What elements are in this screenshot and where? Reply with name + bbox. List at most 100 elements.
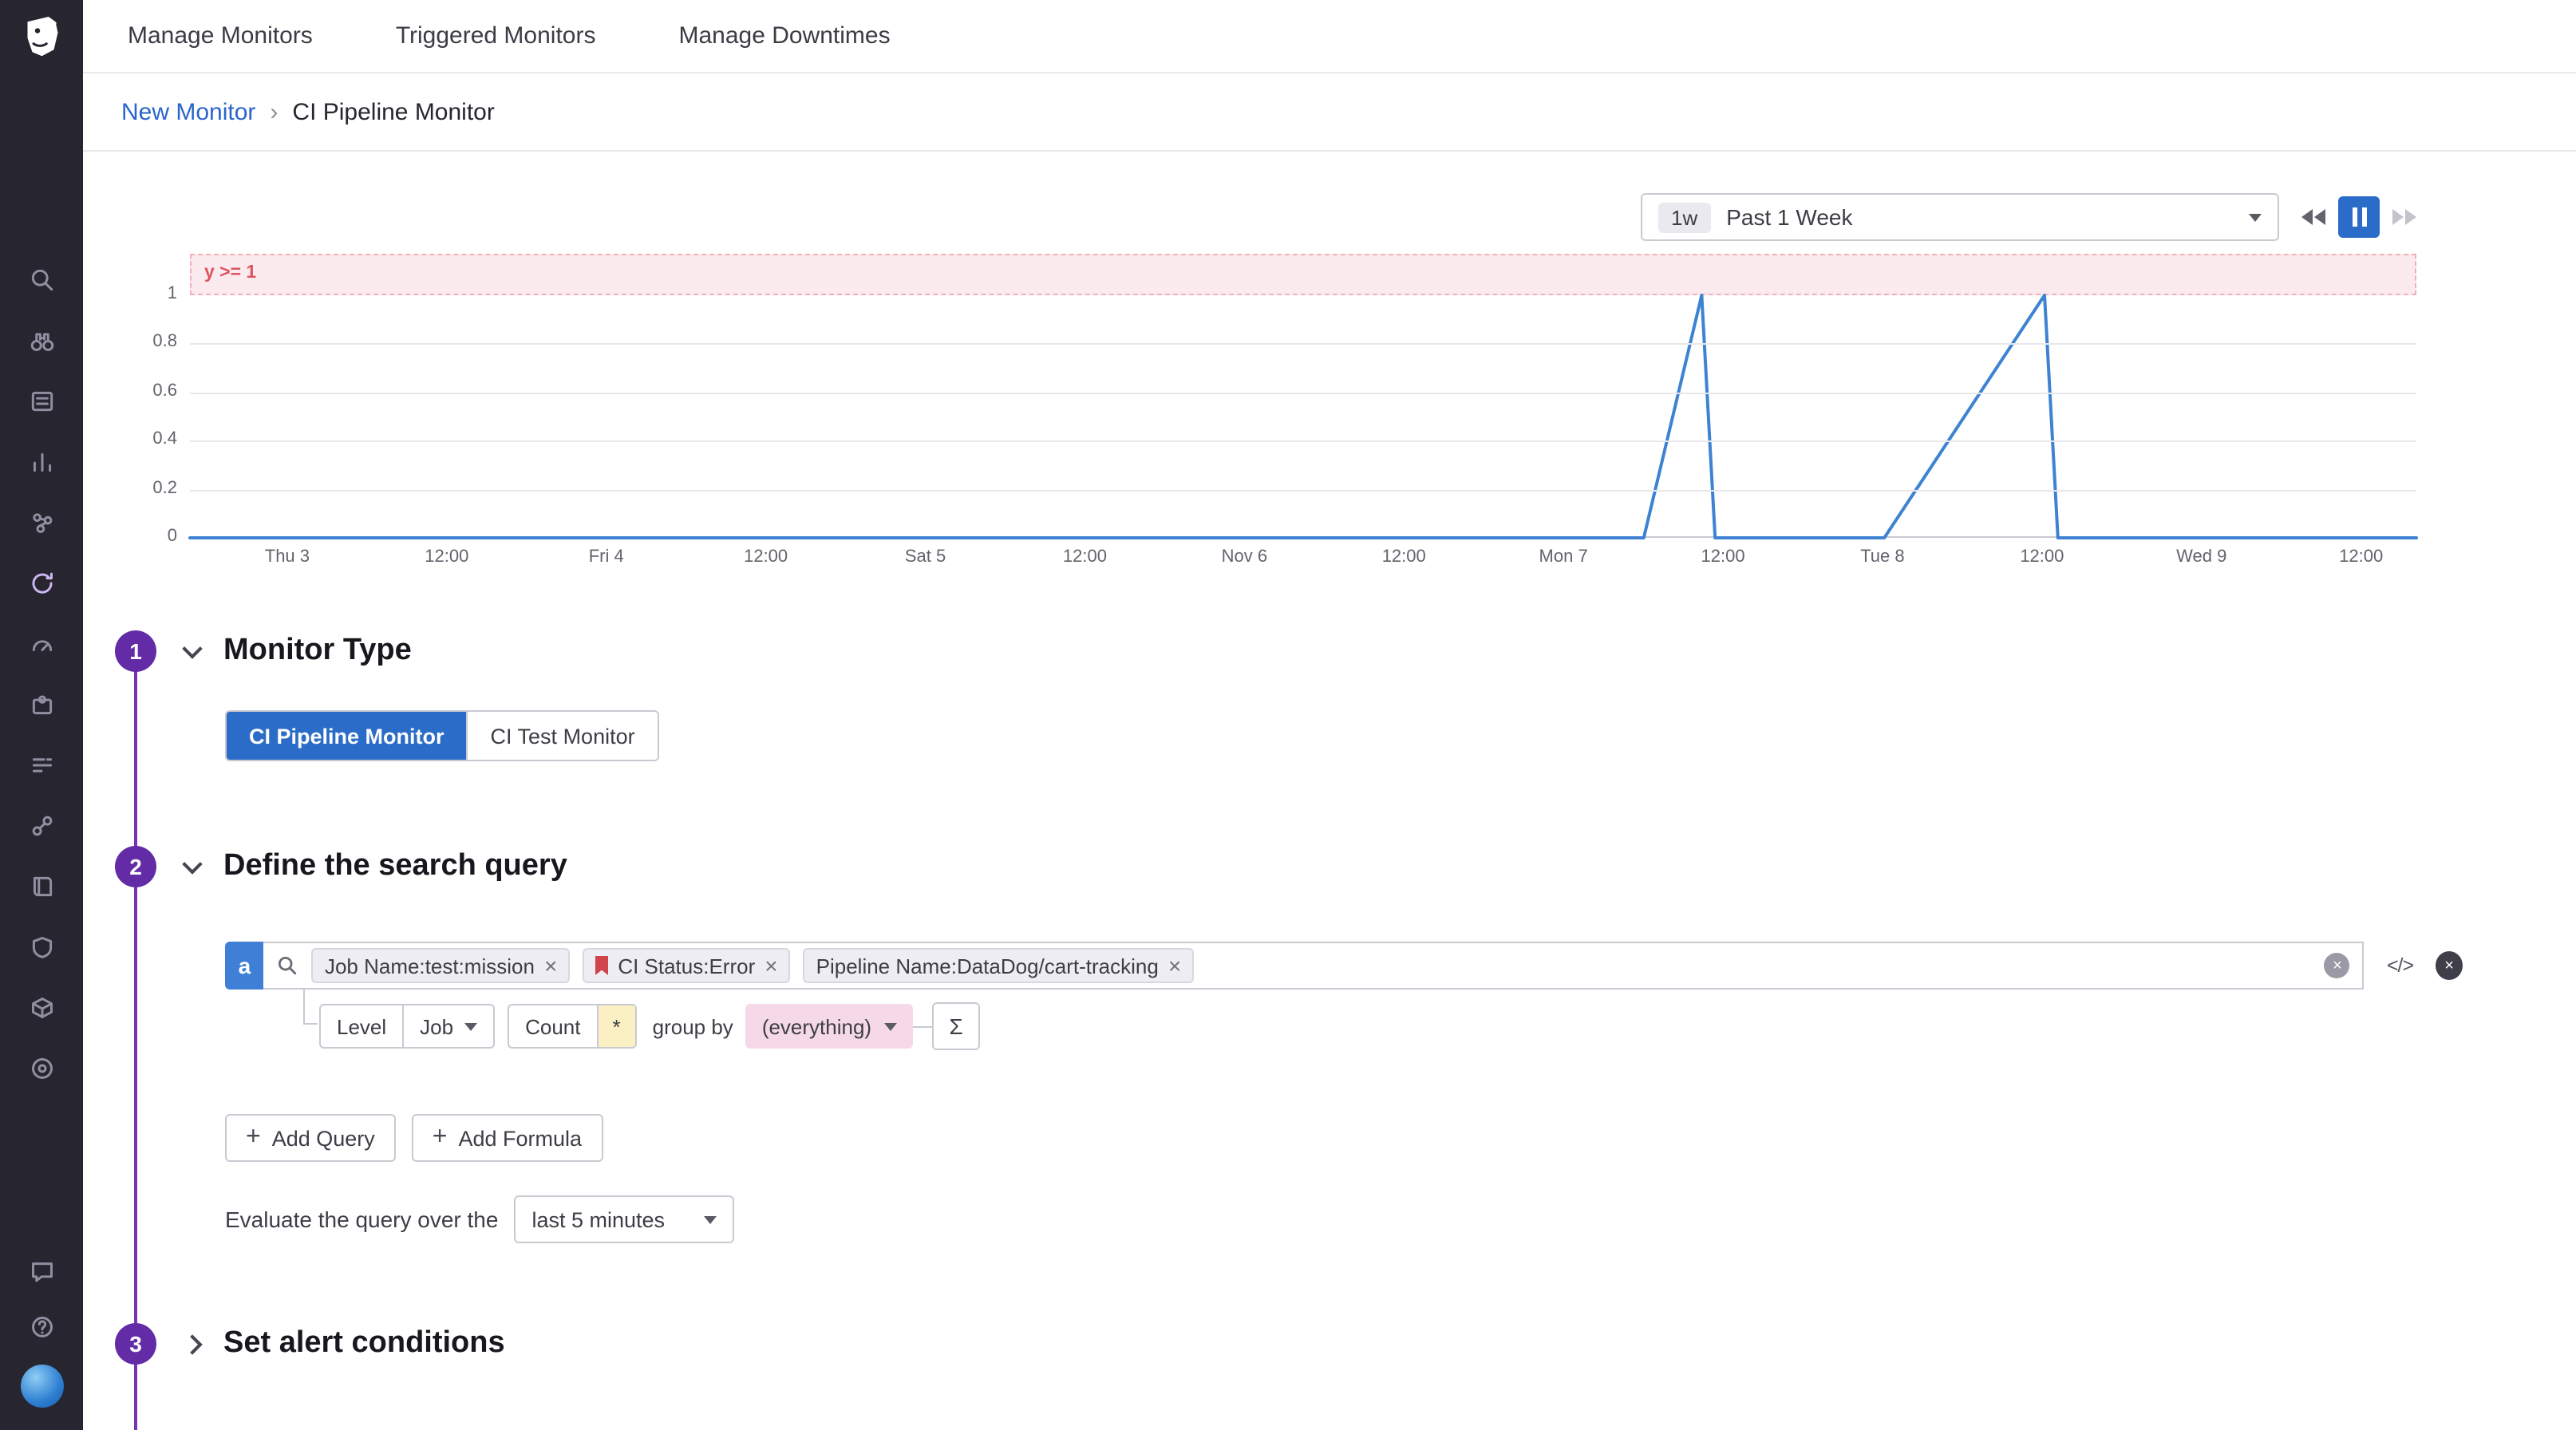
close-icon[interactable]: × bbox=[765, 954, 777, 977]
monitors-icon[interactable] bbox=[24, 626, 59, 661]
breadcrumb-current: CI Pipeline Monitor bbox=[292, 98, 494, 125]
pause-button[interactable] bbox=[2338, 196, 2380, 238]
step-1-badge: 1 bbox=[115, 630, 156, 672]
query-actions: + Add Query + Add Formula bbox=[225, 1114, 2576, 1162]
query-editor: a Job Name:test:mission × bbox=[225, 942, 2576, 1050]
gridline bbox=[190, 393, 2416, 394]
apm-icon[interactable] bbox=[24, 504, 59, 539]
help-icon[interactable] bbox=[24, 1309, 59, 1344]
query-row: a Job Name:test:mission × bbox=[225, 942, 2463, 990]
level-select[interactable]: Job bbox=[402, 1005, 493, 1047]
option-ci-pipeline-monitor[interactable]: CI Pipeline Monitor bbox=[227, 712, 467, 760]
wildcard-field[interactable]: * bbox=[597, 1005, 635, 1047]
user-avatar[interactable] bbox=[20, 1365, 63, 1408]
target-icon[interactable] bbox=[24, 1050, 59, 1085]
preview-chart: y >= 1 10.80.60.40.20 Thu 312:00Fri 412:… bbox=[190, 254, 2416, 579]
filter-chip[interactable]: Pipeline Name:DataDog/cart-tracking × bbox=[804, 948, 1195, 983]
step-alert-conditions: 3 Set alert conditions bbox=[83, 1323, 2576, 1365]
chat-icon[interactable] bbox=[24, 1253, 59, 1288]
x-axis: Thu 312:00Fri 412:00Sat 512:00Nov 612:00… bbox=[190, 544, 2416, 579]
group-by-value: (everything) bbox=[762, 1014, 871, 1038]
step-2-header: 2 Define the search query bbox=[115, 846, 2576, 887]
gridline bbox=[190, 344, 2416, 346]
tab-manage-monitors[interactable]: Manage Monitors bbox=[128, 22, 313, 49]
breadcrumb-new-monitor-link[interactable]: New Monitor bbox=[121, 98, 255, 125]
breadcrumb: New Monitor › CI Pipeline Monitor bbox=[83, 73, 2576, 152]
y-axis-label: 0.8 bbox=[120, 333, 177, 352]
query-letter-badge[interactable]: a bbox=[225, 942, 264, 990]
clear-query-icon[interactable]: × bbox=[2325, 953, 2350, 978]
x-axis-label: Nov 6 bbox=[1196, 547, 1292, 567]
ci-icon[interactable] bbox=[24, 565, 59, 600]
x-axis-label: 12:00 bbox=[1356, 547, 1452, 567]
query-connector bbox=[303, 990, 318, 1025]
logs-icon[interactable] bbox=[24, 747, 59, 782]
close-icon[interactable]: × bbox=[1168, 954, 1181, 977]
step-2-badge: 2 bbox=[115, 846, 156, 887]
service-map-icon[interactable] bbox=[24, 808, 59, 843]
x-axis-label: Thu 3 bbox=[239, 547, 335, 567]
sigma-button[interactable]: Σ bbox=[932, 1002, 980, 1050]
group-by-label: group by bbox=[653, 1014, 733, 1038]
metrics-icon[interactable] bbox=[24, 444, 59, 479]
x-axis-label: 12:00 bbox=[1675, 547, 1771, 567]
add-formula-label: Add Formula bbox=[458, 1126, 582, 1150]
rewind-button[interactable] bbox=[2301, 209, 2325, 225]
time-range-select[interactable]: 1w Past 1 Week bbox=[1641, 193, 2279, 241]
group-by-select[interactable]: (everything) bbox=[746, 1004, 913, 1049]
dashboards-icon[interactable] bbox=[24, 383, 59, 418]
tab-manage-downtimes[interactable]: Manage Downtimes bbox=[678, 22, 890, 49]
x-axis-label: 12:00 bbox=[399, 547, 495, 567]
x-axis-label: 12:00 bbox=[718, 547, 814, 567]
filter-chip-label: Job Name:test:mission bbox=[325, 954, 535, 978]
remove-query-icon[interactable]: × bbox=[2436, 951, 2463, 980]
chevron-right-icon[interactable] bbox=[182, 1333, 202, 1353]
y-axis-label: 0.2 bbox=[120, 478, 177, 497]
security-icon[interactable] bbox=[24, 929, 59, 964]
x-axis-label: 12:00 bbox=[1037, 547, 1132, 567]
chevron-down-icon bbox=[464, 1022, 477, 1030]
notebooks-icon[interactable] bbox=[24, 868, 59, 903]
error-flag-icon bbox=[595, 956, 608, 975]
add-query-button[interactable]: + Add Query bbox=[225, 1114, 396, 1162]
time-range-short-badge: 1w bbox=[1658, 202, 1710, 232]
chevron-down-icon bbox=[2249, 213, 2262, 221]
step-3-badge: 3 bbox=[115, 1323, 156, 1365]
filter-chip[interactable]: CI Status:Error × bbox=[583, 948, 790, 983]
x-axis-label: 12:00 bbox=[1994, 547, 2090, 567]
step-3-title: Set alert conditions bbox=[223, 1326, 505, 1361]
playback-controls bbox=[2301, 196, 2416, 238]
chevron-down-icon[interactable] bbox=[182, 853, 202, 873]
gridline bbox=[190, 489, 2416, 491]
sidebar-nav bbox=[24, 73, 59, 1111]
x-axis-label: Tue 8 bbox=[1835, 547, 1930, 567]
plus-icon: + bbox=[246, 1123, 261, 1152]
close-icon[interactable]: × bbox=[544, 954, 557, 977]
watchdog-icon[interactable] bbox=[24, 322, 59, 358]
code-view-icon[interactable]: </> bbox=[2387, 954, 2413, 977]
x-axis-label: Fri 4 bbox=[559, 547, 654, 567]
forward-button[interactable] bbox=[2392, 209, 2416, 225]
plus-icon: + bbox=[433, 1123, 448, 1152]
datadog-logo[interactable] bbox=[0, 0, 83, 73]
chevron-down-icon bbox=[703, 1215, 716, 1223]
step-1-header: 1 Monitor Type bbox=[115, 630, 2576, 672]
add-formula-button[interactable]: + Add Formula bbox=[412, 1114, 603, 1162]
option-ci-test-monitor[interactable]: CI Test Monitor bbox=[467, 712, 658, 760]
tab-triggered-monitors[interactable]: Triggered Monitors bbox=[396, 22, 596, 49]
integrations-icon[interactable] bbox=[24, 686, 59, 721]
sidebar bbox=[0, 0, 83, 1430]
y-axis-label: 0.6 bbox=[120, 381, 177, 401]
evaluate-window-select[interactable]: last 5 minutes bbox=[514, 1195, 733, 1243]
chevron-down-icon[interactable] bbox=[182, 638, 202, 658]
search-icon[interactable] bbox=[24, 262, 59, 297]
query-input[interactable] bbox=[1207, 945, 2312, 986]
step-2-title: Define the search query bbox=[223, 849, 567, 884]
evaluate-text: Evaluate the query over the bbox=[225, 1207, 498, 1232]
top-nav: Manage Monitors Triggered Monitors Manag… bbox=[83, 0, 2576, 73]
packages-icon[interactable] bbox=[24, 990, 59, 1025]
query-search-bar[interactable]: Job Name:test:mission × CI Status:Error … bbox=[264, 942, 2365, 990]
filter-chip[interactable]: Job Name:test:mission × bbox=[312, 948, 570, 983]
level-group: Level Job bbox=[319, 1004, 495, 1049]
y-axis-label: 1 bbox=[120, 284, 177, 303]
